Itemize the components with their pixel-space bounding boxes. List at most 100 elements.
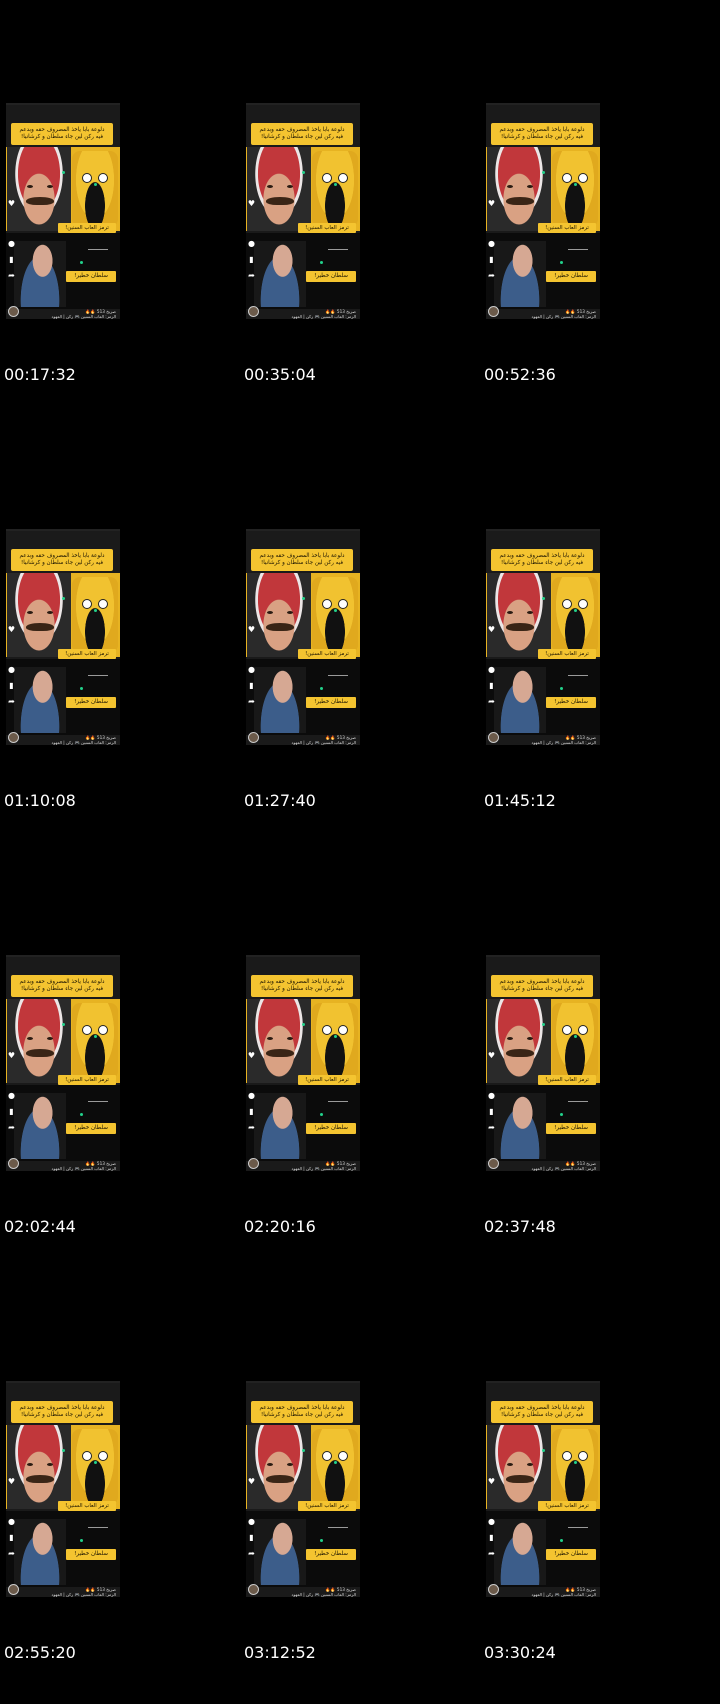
thumbnail-cell[interactable]: دلوعة بابا ياخذ المصروف حقه وبدعم فيه رك… xyxy=(240,0,480,426)
cartoon-eye-left xyxy=(322,599,332,609)
thumbnail-cell[interactable]: دلوعة بابا ياخذ المصروف حقه وبدعم فيه رك… xyxy=(480,0,720,426)
comment-icon[interactable]: ● xyxy=(7,239,16,248)
banner-line-1: دلوعة بابا ياخذ المصروف حقه وبدعم xyxy=(259,979,345,985)
cartoon-eye-left xyxy=(82,1025,92,1035)
bookmark-icon[interactable]: ▮ xyxy=(487,681,496,690)
comment-icon[interactable]: ● xyxy=(247,1091,256,1100)
bookmark-icon[interactable]: ▮ xyxy=(7,681,16,690)
heart-icon[interactable]: ♥ xyxy=(487,1051,496,1060)
bookmark-icon[interactable]: ▮ xyxy=(7,1533,16,1542)
comment-icon[interactable]: ● xyxy=(487,239,496,248)
thumbnail-cell[interactable]: دلوعة بابا ياخذ المصروف حقه وبدعم فيه رك… xyxy=(240,852,480,1278)
sparkle-dot xyxy=(94,609,97,612)
share-icon[interactable]: ➦ xyxy=(7,1123,16,1132)
video-frame[interactable]: دلوعة بابا ياخذ المصروف حقه وبدعم فيه رك… xyxy=(6,955,120,1171)
video-frame[interactable]: دلوعة بابا ياخذ المصروف حقه وبدعم فيه رك… xyxy=(6,103,120,319)
thumbnail-cell[interactable]: دلوعة بابا ياخذ المصروف حقه وبدعم فيه رك… xyxy=(0,426,240,852)
comment-icon[interactable]: ● xyxy=(487,665,496,674)
bookmark-icon[interactable]: ▮ xyxy=(247,1107,256,1116)
share-icon[interactable]: ➦ xyxy=(247,271,256,280)
thumbnail-cell[interactable]: دلوعة بابا ياخذ المصروف حقه وبدعم فيه رك… xyxy=(480,1278,720,1704)
share-icon[interactable]: ➦ xyxy=(7,697,16,706)
bookmark-icon[interactable]: ▮ xyxy=(7,255,16,264)
timestamp-label: 01:10:08 xyxy=(4,791,76,810)
comment-icon[interactable]: ● xyxy=(7,1091,16,1100)
thumbnail-cell[interactable]: دلوعة بابا ياخذ المصروف حقه وبدعم فيه رك… xyxy=(240,426,480,852)
video-frame[interactable]: دلوعة بابا ياخذ المصروف حقه وبدعم فيه رك… xyxy=(486,103,600,319)
thumbnail-cell[interactable]: دلوعة بابا ياخذ المصروف حقه وبدعم فيه رك… xyxy=(0,0,240,426)
comment-icon[interactable]: ● xyxy=(7,1517,16,1526)
timestamp-label: 01:45:12 xyxy=(484,791,556,810)
bookmark-icon[interactable]: ▮ xyxy=(7,1107,16,1116)
thumbnail-cell[interactable]: دلوعة بابا ياخذ المصروف حقه وبدعم فيه رك… xyxy=(480,852,720,1278)
bookmark-icon[interactable]: ▮ xyxy=(487,1533,496,1542)
video-frame[interactable]: دلوعة بابا ياخذ المصروف حقه وبدعم فيه رك… xyxy=(246,103,360,319)
video-frame[interactable]: دلوعة بابا ياخذ المصروف حقه وبدعم فيه رك… xyxy=(246,1381,360,1597)
banner-line-2: فيه ركن لين جاء سلطان و كرشانيا! xyxy=(260,560,344,566)
sparkle-dot xyxy=(94,183,97,186)
bald-man xyxy=(494,667,546,733)
mid-label: ترمز العاب السنين! xyxy=(298,649,356,659)
banner-line-1: دلوعة بابا ياخذ المصروف حقه وبدعم xyxy=(499,979,585,985)
sparkle-dot xyxy=(560,261,563,264)
caption-row-2: الرمز: العاب السنين 🎮 ركن | العهود xyxy=(531,1166,596,1171)
face-area xyxy=(6,573,120,657)
thumbnail-cell[interactable]: دلوعة بابا ياخذ المصروف حقه وبدعم فيه رك… xyxy=(0,1278,240,1704)
comment-icon[interactable]: ● xyxy=(7,665,16,674)
share-icon[interactable]: ➦ xyxy=(487,697,496,706)
sparkle-dot xyxy=(542,597,545,600)
bookmark-icon[interactable]: ▮ xyxy=(247,681,256,690)
heart-icon[interactable]: ♥ xyxy=(7,1477,16,1486)
cartoon-eye-right xyxy=(338,599,348,609)
heart-icon[interactable]: ♥ xyxy=(487,1477,496,1486)
bookmark-icon[interactable]: ▮ xyxy=(247,1533,256,1542)
video-frame[interactable]: دلوعة بابا ياخذ المصروف حقه وبدعم فيه رك… xyxy=(486,955,600,1171)
bookmark-icon[interactable]: ▮ xyxy=(487,1107,496,1116)
video-frame[interactable]: دلوعة بابا ياخذ المصروف حقه وبدعم فيه رك… xyxy=(6,529,120,745)
comment-icon[interactable]: ● xyxy=(487,1091,496,1100)
share-icon[interactable]: ➦ xyxy=(247,697,256,706)
comment-icon[interactable]: ● xyxy=(247,239,256,248)
divider-line xyxy=(328,1101,348,1102)
share-icon[interactable]: ➦ xyxy=(7,1549,16,1558)
heart-icon[interactable]: ♥ xyxy=(247,1051,256,1060)
timestamp-label: 02:37:48 xyxy=(484,1217,556,1236)
video-frame[interactable]: دلوعة بابا ياخذ المصروف حقه وبدعم فيه رك… xyxy=(486,1381,600,1597)
side-action-bar: ♥ ● ▮ ➦ xyxy=(7,625,17,735)
thumbnail-cell[interactable]: دلوعة بابا ياخذ المصروف حقه وبدعم فيه رك… xyxy=(240,1278,480,1704)
mid-label: ترمز العاب السنين! xyxy=(538,649,596,659)
share-icon[interactable]: ➦ xyxy=(247,1549,256,1558)
bookmark-icon[interactable]: ▮ xyxy=(247,255,256,264)
face-area xyxy=(246,147,360,231)
heart-icon[interactable]: ♥ xyxy=(247,625,256,634)
share-icon[interactable]: ➦ xyxy=(487,1549,496,1558)
video-frame[interactable]: دلوعة بابا ياخذ المصروف حقه وبدعم فيه رك… xyxy=(246,955,360,1171)
comment-icon[interactable]: ● xyxy=(247,1517,256,1526)
video-frame[interactable]: دلوعة بابا ياخذ المصروف حقه وبدعم فيه رك… xyxy=(6,1381,120,1597)
cartoon-character xyxy=(312,1429,358,1505)
bookmark-icon[interactable]: ▮ xyxy=(487,255,496,264)
thumbnail-cell[interactable]: دلوعة بابا ياخذ المصروف حقه وبدعم فيه رك… xyxy=(480,426,720,852)
share-icon[interactable]: ➦ xyxy=(7,271,16,280)
banner-line-1: دلوعة بابا ياخذ المصروف حقه وبدعم xyxy=(259,553,345,559)
share-icon[interactable]: ➦ xyxy=(487,271,496,280)
heart-icon[interactable]: ♥ xyxy=(247,199,256,208)
video-frame[interactable]: دلوعة بابا ياخذ المصروف حقه وبدعم فيه رك… xyxy=(486,529,600,745)
sparkle-dot xyxy=(334,183,337,186)
share-icon[interactable]: ➦ xyxy=(247,1123,256,1132)
heart-icon[interactable]: ♥ xyxy=(487,199,496,208)
heart-icon[interactable]: ♥ xyxy=(7,625,16,634)
status-strip xyxy=(6,529,120,531)
heart-icon[interactable]: ♥ xyxy=(487,625,496,634)
thumbnail-cell[interactable]: دلوعة بابا ياخذ المصروف حقه وبدعم فيه رك… xyxy=(0,852,240,1278)
comment-icon[interactable]: ● xyxy=(487,1517,496,1526)
face-area xyxy=(486,1425,600,1509)
caption-banner: دلوعة بابا ياخذ المصروف حقه وبدعم فيه رك… xyxy=(11,1401,113,1423)
eyes xyxy=(27,611,53,615)
video-frame[interactable]: دلوعة بابا ياخذ المصروف حقه وبدعم فيه رك… xyxy=(246,529,360,745)
comment-icon[interactable]: ● xyxy=(247,665,256,674)
share-icon[interactable]: ➦ xyxy=(487,1123,496,1132)
heart-icon[interactable]: ♥ xyxy=(7,1051,16,1060)
heart-icon[interactable]: ♥ xyxy=(247,1477,256,1486)
heart-icon[interactable]: ♥ xyxy=(7,199,16,208)
